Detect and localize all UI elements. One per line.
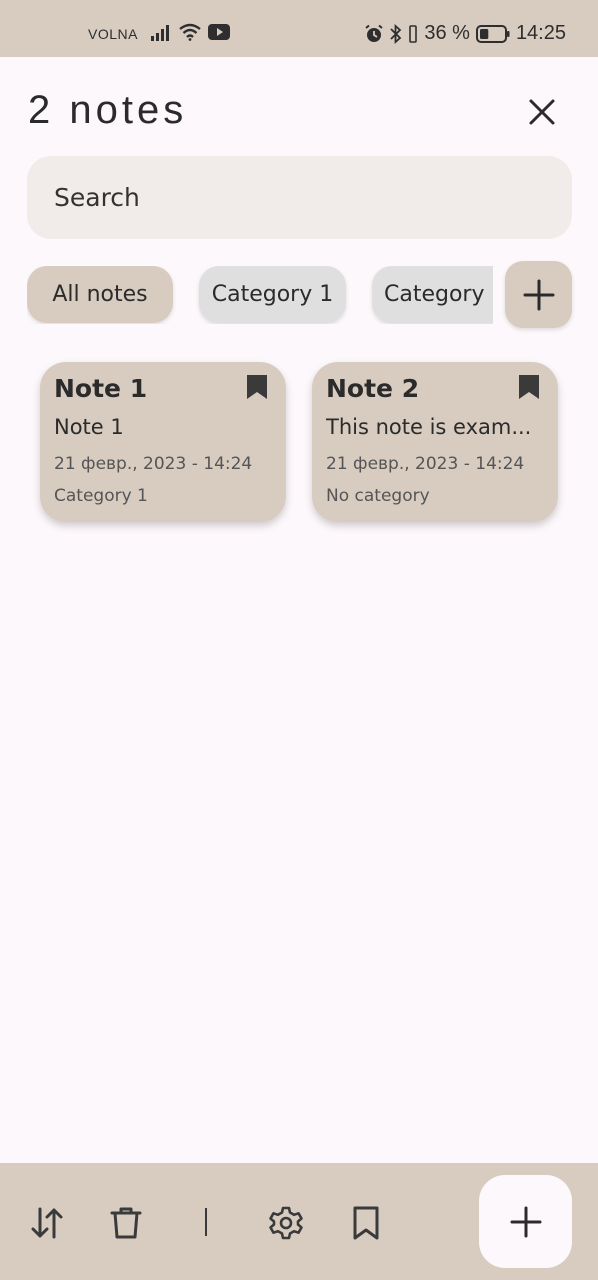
bookmark-icon[interactable] bbox=[245, 373, 269, 401]
settings-button[interactable] bbox=[266, 1203, 306, 1243]
bookmark-icon[interactable] bbox=[517, 373, 541, 401]
note-category: Category 1 bbox=[54, 486, 148, 506]
clock: 14:25 bbox=[515, 22, 566, 44]
youtube-icon bbox=[208, 24, 230, 45]
note-date: 21 февр., 2023 - 14:24 bbox=[326, 454, 525, 474]
toolbar-divider bbox=[205, 1208, 207, 1236]
note-date: 21 февр., 2023 - 14:24 bbox=[54, 454, 253, 474]
search-input[interactable] bbox=[27, 156, 572, 239]
sort-button[interactable] bbox=[27, 1203, 67, 1243]
chip-label: Category bbox=[384, 282, 485, 307]
note-title: Note 2 bbox=[326, 374, 420, 403]
vibrate-icon bbox=[408, 24, 418, 44]
note-category: No category bbox=[326, 486, 430, 506]
note-card[interactable]: Note 2 This note is exam... 21 февр., 20… bbox=[312, 362, 558, 522]
note-card[interactable]: Note 1 Note 1 21 февр., 2023 - 14:24 Cat… bbox=[40, 362, 286, 522]
chip-all-notes[interactable]: All notes bbox=[27, 266, 173, 323]
add-note-button[interactable] bbox=[479, 1175, 572, 1268]
delete-button[interactable] bbox=[106, 1203, 146, 1243]
close-icon bbox=[529, 99, 555, 125]
chip-category[interactable]: Category bbox=[372, 266, 493, 323]
add-category-button[interactable] bbox=[505, 261, 572, 328]
close-button[interactable] bbox=[522, 92, 562, 132]
battery-percent: 36 % bbox=[424, 22, 470, 44]
bookmarks-button[interactable] bbox=[346, 1203, 386, 1243]
trash-icon bbox=[110, 1207, 142, 1239]
alarm-icon bbox=[364, 24, 384, 44]
sort-icon bbox=[31, 1207, 63, 1239]
bluetooth-icon bbox=[390, 23, 402, 44]
chip-label: All notes bbox=[52, 282, 148, 307]
wifi-icon bbox=[178, 23, 202, 46]
category-chips: All notes Category 1 Category bbox=[27, 266, 493, 324]
chip-category-1[interactable]: Category 1 bbox=[199, 266, 346, 323]
bookmark-icon bbox=[353, 1206, 379, 1240]
battery-icon bbox=[475, 24, 510, 43]
plus-icon bbox=[510, 1206, 541, 1237]
bottom-toolbar bbox=[0, 1163, 598, 1280]
signal-icon bbox=[150, 23, 172, 46]
note-body: This note is exam... bbox=[326, 415, 532, 439]
plus-icon bbox=[523, 279, 554, 310]
note-title: Note 1 bbox=[54, 374, 148, 403]
note-body: Note 1 bbox=[54, 415, 124, 439]
chip-label: Category 1 bbox=[211, 282, 334, 307]
status-bar: VOLNA 36 % 14:25 bbox=[0, 0, 598, 57]
page-title: 2 notes bbox=[28, 88, 188, 132]
settings-icon bbox=[269, 1206, 303, 1240]
carrier-label: VOLNA bbox=[88, 26, 138, 42]
